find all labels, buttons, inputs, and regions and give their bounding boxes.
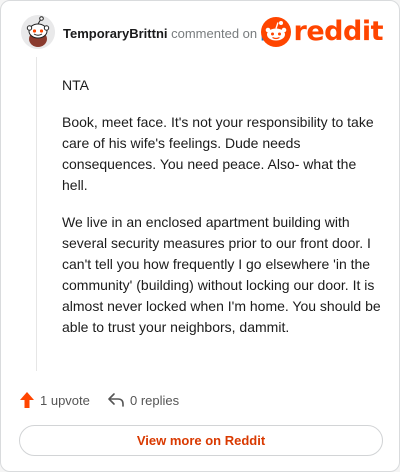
upvote-button[interactable]: 1 upvote [19, 389, 90, 411]
comment-actions: 1 upvote 0 replies [19, 389, 379, 411]
comment-embed-card: TemporaryBrittni commented on post reddi… [0, 0, 400, 472]
avatar[interactable] [21, 15, 55, 49]
username-link[interactable]: TemporaryBrittni [63, 26, 168, 41]
reddit-snoo-icon [260, 17, 291, 47]
comment-header: TemporaryBrittni commented on post reddi… [17, 15, 385, 51]
reddit-logo[interactable]: reddit [260, 16, 384, 47]
comment-body: NTA Book, meet face. It's not your respo… [62, 75, 384, 354]
comment-paragraph: NTA [62, 77, 89, 93]
comment-paragraph: We live in an enclosed apartment buildin… [62, 214, 381, 335]
upvote-arrow-icon [20, 392, 34, 408]
commented-on-text: commented on [171, 26, 258, 41]
comment-meta: TemporaryBrittni commented on post [63, 26, 288, 41]
reply-button[interactable]: 0 replies [107, 389, 179, 411]
thread-line[interactable] [36, 57, 37, 371]
reddit-wordmark: reddit [293, 16, 384, 47]
reply-arrow-icon [108, 393, 124, 407]
view-more-button[interactable]: View more on Reddit [19, 425, 383, 456]
reply-count: 0 replies [130, 392, 180, 408]
snoo-avatar-icon [21, 15, 55, 49]
comment-paragraph: Book, meet face. It's not your responsib… [62, 114, 374, 193]
upvote-count: 1 upvote [40, 392, 90, 408]
